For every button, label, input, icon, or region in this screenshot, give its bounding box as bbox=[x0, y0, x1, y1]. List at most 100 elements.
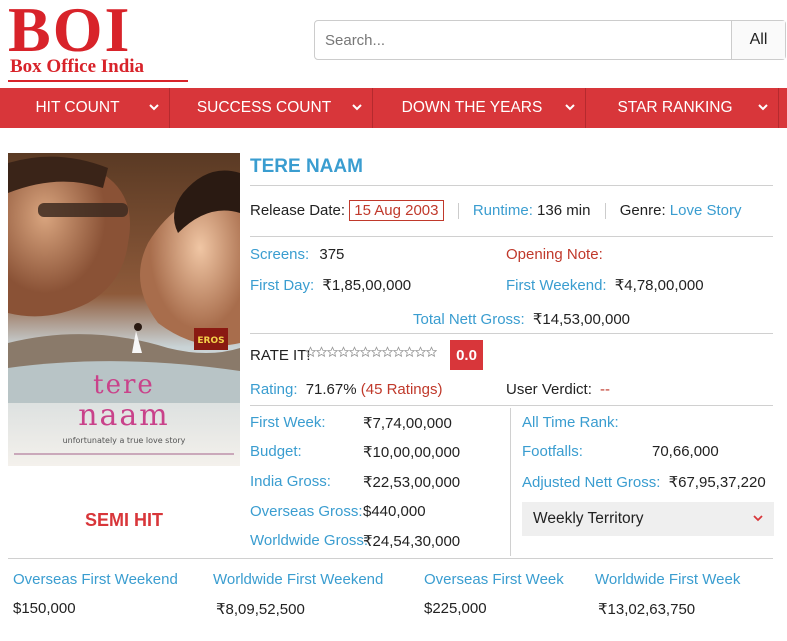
logo-underline bbox=[8, 80, 188, 82]
star-icon[interactable] bbox=[338, 346, 349, 358]
first-day-label: First Day: bbox=[250, 277, 315, 294]
divider bbox=[250, 236, 773, 237]
star-icon[interactable] bbox=[404, 346, 415, 358]
overseas-first-week-label: Overseas First Week bbox=[424, 571, 564, 588]
user-verdict-label: User Verdict: bbox=[506, 381, 592, 398]
star-icon[interactable] bbox=[360, 346, 371, 358]
adjusted-nett-row: Adjusted Nett Gross: ₹67,95,37,220 bbox=[522, 473, 766, 491]
star-icon[interactable] bbox=[327, 346, 338, 358]
poster-tagline: unfortunately a true love story bbox=[63, 436, 186, 445]
worldwide-gross-label: Worldwide Gross: bbox=[250, 532, 369, 549]
screens-label: Screens: bbox=[250, 246, 310, 263]
screens-row: Screens: 375 bbox=[250, 246, 344, 263]
overseas-first-weekend-label: Overseas First Weekend bbox=[13, 571, 178, 588]
all-time-rank-label: All Time Rank: bbox=[522, 414, 619, 431]
star-icon[interactable] bbox=[349, 346, 360, 358]
movie-title[interactable]: TERE NAAM bbox=[250, 156, 363, 178]
separator bbox=[604, 203, 606, 220]
first-week-value: ₹7,74,00,000 bbox=[363, 415, 452, 432]
rating-count[interactable]: (45 Ratings) bbox=[361, 381, 443, 398]
worldwide-first-week-label: Worldwide First Week bbox=[595, 571, 741, 588]
search-bar: All bbox=[314, 20, 786, 60]
star-icon[interactable] bbox=[382, 346, 393, 358]
select-value: Weekly Territory bbox=[533, 510, 644, 527]
chevron-down-icon bbox=[149, 104, 159, 111]
search-category-select[interactable]: All bbox=[731, 21, 785, 59]
nav-item-down-the-years[interactable]: DOWN THE YEARS bbox=[373, 88, 586, 128]
poster-image: EROS tere naam unfortunately a true love… bbox=[8, 153, 240, 466]
budget-value: ₹10,00,00,000 bbox=[363, 444, 461, 461]
india-gross-value: ₹22,53,00,000 bbox=[363, 474, 461, 491]
nav-item-success-count[interactable]: SUCCESS COUNT bbox=[170, 88, 373, 128]
rating-label: Rating: bbox=[250, 381, 298, 398]
logo-tagline: Box Office India bbox=[10, 56, 145, 77]
nav-label: SUCCESS COUNT bbox=[196, 99, 332, 116]
user-verdict-value: -- bbox=[600, 381, 611, 398]
site-header: BOI Box Office India All bbox=[0, 0, 787, 88]
first-day-row: First Day: ₹1,85,00,000 bbox=[250, 276, 411, 294]
worldwide-first-weekend-label: Worldwide First Weekend bbox=[213, 571, 384, 588]
footfalls-value: 70,66,000 bbox=[652, 443, 719, 460]
chevron-down-icon bbox=[758, 104, 768, 111]
search-input[interactable] bbox=[315, 21, 731, 59]
first-week-label: First Week: bbox=[250, 414, 326, 431]
rating-row: Rating: 71.67% (45 Ratings) bbox=[250, 381, 442, 398]
star-icon[interactable] bbox=[371, 346, 382, 358]
first-day-value: ₹1,85,00,000 bbox=[322, 277, 412, 294]
release-date-label: Release Date: bbox=[250, 202, 346, 219]
overseas-gross-label: Overseas Gross: bbox=[250, 503, 363, 520]
adjusted-nett-label: Adjusted Nett Gross: bbox=[522, 474, 661, 491]
total-nett-value: ₹14,53,00,000 bbox=[532, 311, 631, 328]
genre-link[interactable]: Love Story bbox=[670, 202, 742, 219]
worldwide-first-weekend-value: ₹8,09,52,500 bbox=[216, 601, 305, 618]
first-weekend-value: ₹4,78,00,000 bbox=[614, 277, 704, 294]
column-divider bbox=[510, 408, 511, 556]
star-icon[interactable] bbox=[415, 346, 426, 358]
poster-title-1: tere bbox=[93, 370, 155, 400]
overseas-gross-value: $440,000 bbox=[363, 503, 426, 520]
release-info-row: Release Date: 15 Aug 2003 Runtime: 136 m… bbox=[250, 200, 742, 221]
rating-score-badge: 0.0 bbox=[450, 340, 483, 370]
user-verdict-row: User Verdict: -- bbox=[506, 381, 610, 398]
release-date-value[interactable]: 15 Aug 2003 bbox=[349, 200, 444, 221]
divider bbox=[250, 185, 773, 186]
runtime-label: Runtime: bbox=[472, 202, 533, 219]
overseas-first-weekend-value: $150,000 bbox=[13, 600, 76, 617]
rate-it-label: RATE IT! bbox=[250, 347, 311, 364]
budget-label: Budget: bbox=[250, 443, 302, 460]
nav-label: DOWN THE YEARS bbox=[401, 99, 543, 116]
total-nett-row: Total Nett Gross: ₹14,53,00,000 bbox=[413, 310, 630, 328]
screens-value: 375 bbox=[319, 246, 345, 263]
star-icon[interactable] bbox=[393, 346, 404, 358]
india-gross-label: India Gross: bbox=[250, 473, 331, 490]
chevron-down-icon bbox=[352, 104, 362, 111]
nav-item-star-ranking[interactable]: STAR RANKING bbox=[586, 88, 779, 128]
total-nett-label: Total Nett Gross: bbox=[413, 311, 525, 328]
main-nav: HIT COUNT SUCCESS COUNT DOWN THE YEARS S… bbox=[0, 88, 787, 128]
genre-label: Genre: bbox=[619, 202, 666, 219]
boi-logo[interactable]: BOI Box Office India bbox=[8, 0, 188, 82]
nav-label: HIT COUNT bbox=[35, 99, 120, 116]
worldwide-gross-value: ₹24,54,30,000 bbox=[363, 533, 461, 550]
nav-label: STAR RANKING bbox=[617, 99, 733, 116]
opening-note-label: Opening Note: bbox=[506, 246, 603, 263]
runtime-value: 136 min bbox=[537, 202, 591, 219]
worldwide-first-week-value: ₹13,02,63,750 bbox=[598, 601, 696, 618]
movie-poster[interactable]: EROS tere naam unfortunately a true love… bbox=[8, 153, 240, 466]
chevron-down-icon bbox=[565, 104, 575, 111]
weekly-territory-select[interactable]: Weekly Territory bbox=[522, 502, 774, 536]
divider bbox=[8, 558, 773, 559]
adjusted-nett-value: ₹67,95,37,220 bbox=[668, 474, 766, 491]
star-icon[interactable] bbox=[305, 346, 316, 358]
box-office-verdict: SEMI HIT bbox=[84, 510, 163, 530]
divider bbox=[250, 333, 773, 334]
nav-item-hit-count[interactable]: HIT COUNT bbox=[0, 88, 170, 128]
poster-stamp: EROS bbox=[197, 336, 224, 346]
logo-wordmark: BOI bbox=[8, 0, 132, 65]
poster-title-2: naam bbox=[78, 398, 170, 433]
star-icon[interactable] bbox=[316, 346, 327, 358]
separator bbox=[457, 203, 459, 220]
star-rating-input[interactable] bbox=[305, 346, 437, 358]
overseas-first-week-value: $225,000 bbox=[424, 600, 487, 617]
star-icon[interactable] bbox=[426, 346, 437, 358]
